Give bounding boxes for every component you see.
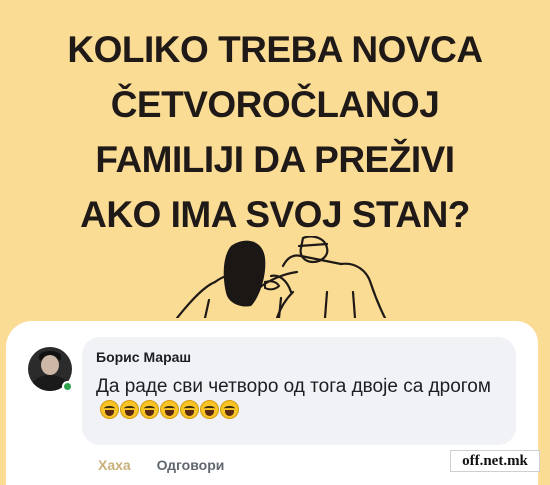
laughing-face-icon — [180, 400, 199, 419]
comment-text: Да раде сви четворо од тога двоје са дро… — [96, 376, 491, 397]
headline-line-1: KOLIKO TREBA NOVCA — [67, 29, 483, 70]
laughing-face-icon — [200, 400, 219, 419]
headline-line-3: FAMILIJI DA PREŽIVI — [95, 139, 455, 180]
headline-line-2: ČETVOROČLANOJ — [110, 84, 440, 125]
comment-bubble: Борис Мараш Да раде сви четворо од тога … — [82, 337, 516, 445]
comment-body: Да раде сви четворо од тога двоје са дро… — [96, 375, 506, 426]
laughing-face-icon — [140, 400, 159, 419]
laughing-face-icon — [100, 400, 119, 419]
comment-actions: Хаха Одговори — [98, 457, 224, 473]
poster: KOLIKO TREBA NOVCA ČETVOROČLANOJ FAMILIJ… — [0, 0, 550, 318]
laughing-face-icon — [120, 400, 139, 419]
emoji-row — [100, 400, 240, 426]
poster-headline: KOLIKO TREBA NOVCA ČETVOROČLANOJ FAMILIJ… — [0, 22, 550, 242]
online-status-dot — [62, 381, 73, 392]
couple-illustration — [175, 236, 387, 318]
reply-button[interactable]: Одговори — [157, 457, 225, 473]
comment-author[interactable]: Борис Мараш — [96, 349, 191, 365]
laughing-face-icon — [160, 400, 179, 419]
comment-screenshot: Борис Мараш Да раде сви четворо од тога … — [0, 318, 550, 485]
watermark: off.net.mk — [450, 450, 540, 472]
avatar-face — [41, 355, 59, 375]
laughing-face-icon — [220, 400, 239, 419]
comment-frame: Борис Мараш Да раде сви четворо од тога … — [6, 321, 540, 485]
headline-line-4: AKO IMA SVOJ STAN? — [80, 194, 470, 235]
haha-reaction-button[interactable]: Хаха — [98, 457, 131, 473]
